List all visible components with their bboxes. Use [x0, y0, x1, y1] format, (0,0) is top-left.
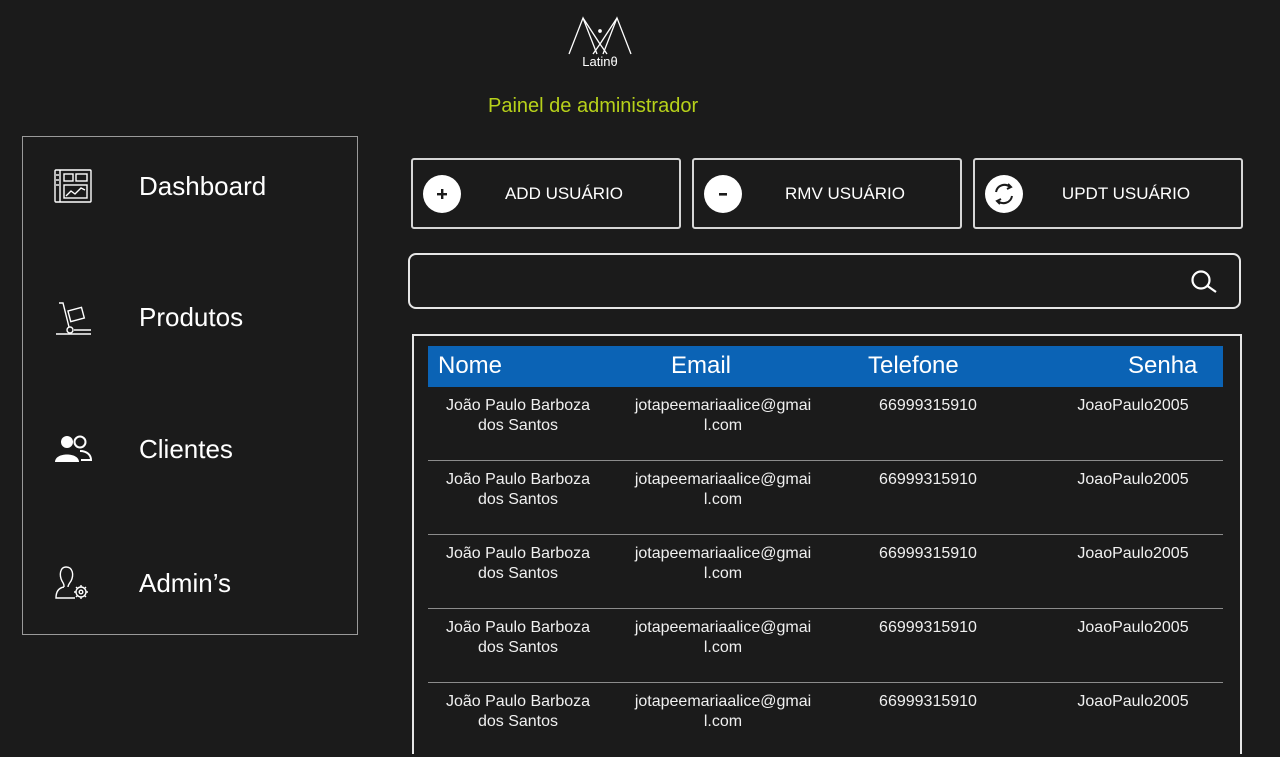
logo-mark-icon — [568, 16, 632, 55]
column-header-phone[interactable]: Telefone — [868, 352, 959, 380]
remove-user-label: RMV USUÁRIO — [785, 183, 905, 203]
cell-phone: 66999315910 — [879, 545, 977, 562]
column-header-email[interactable]: Email — [671, 352, 731, 380]
cell-email: jotapeemariaalice@gmail.com — [634, 693, 812, 730]
table-row[interactable]: João Paulo Barboza dos Santos jotapeemar… — [428, 461, 1223, 535]
cell-email: jotapeemariaalice@gmail.com — [634, 397, 812, 434]
column-header-name[interactable]: Nome — [438, 352, 502, 380]
logo-text: Latinθ — [582, 54, 618, 69]
update-user-label: UPDT USUÁRIO — [1061, 183, 1191, 203]
search-input[interactable] — [424, 265, 1164, 297]
sidebar-item-label: Dashboard — [139, 170, 267, 201]
cell-phone: 66999315910 — [879, 619, 977, 636]
cell-email: jotapeemariaalice@gmail.com — [634, 619, 812, 656]
search-bar — [408, 253, 1241, 309]
cell-email: jotapeemariaalice@gmail.com — [634, 545, 812, 582]
cell-name: João Paulo Barboza dos Santos — [445, 619, 591, 656]
sidebar-item-admins[interactable]: Admin’s — [23, 553, 357, 613]
table-header: Nome Email Telefone Senha — [428, 346, 1223, 387]
sidebar-item-clientes[interactable]: Clientes — [23, 419, 357, 479]
cell-password: JoaoPaulo2005 — [1077, 619, 1189, 636]
column-header-password[interactable]: Senha — [1128, 352, 1197, 380]
admin-gear-icon — [53, 563, 93, 603]
users-icon — [53, 429, 93, 469]
sidebar-item-label: Clientes — [139, 433, 233, 464]
users-table: Nome Email Telefone Senha João Paulo Bar… — [412, 334, 1242, 754]
add-user-button[interactable]: ADD USUÁRIO — [411, 158, 681, 229]
cell-name: João Paulo Barboza dos Santos — [445, 471, 591, 508]
search-icon[interactable] — [1189, 268, 1221, 296]
sidebar-item-label: Produtos — [139, 301, 244, 332]
table-row[interactable]: João Paulo Barboza dos Santos jotapeemar… — [428, 387, 1223, 461]
table-row[interactable]: João Paulo Barboza dos Santos jotapeemar… — [428, 535, 1223, 609]
cell-name: João Paulo Barboza dos Santos — [445, 545, 591, 582]
remove-user-button[interactable]: RMV USUÁRIO — [692, 158, 962, 229]
add-user-label: ADD USUÁRIO — [504, 183, 624, 203]
cell-name: João Paulo Barboza dos Santos — [445, 397, 591, 434]
table-row[interactable]: João Paulo Barboza dos Santos jotapeemar… — [428, 609, 1223, 683]
table-row[interactable]: João Paulo Barboza dos Santos jotapeemar… — [428, 683, 1223, 757]
sidebar-item-produtos[interactable]: Produtos — [23, 287, 357, 347]
page-title: Painel de administrador — [488, 95, 699, 117]
cell-password: JoaoPaulo2005 — [1077, 397, 1189, 414]
cell-phone: 66999315910 — [879, 397, 977, 414]
cell-password: JoaoPaulo2005 — [1077, 693, 1189, 710]
dashboard-icon — [53, 166, 93, 206]
cell-name: João Paulo Barboza dos Santos — [445, 693, 591, 730]
sidebar: Dashboard Produtos Clientes Admin’s — [22, 136, 358, 635]
cell-phone: 66999315910 — [879, 693, 977, 710]
cell-phone: 66999315910 — [879, 471, 977, 488]
cell-email: jotapeemariaalice@gmail.com — [634, 471, 812, 508]
sidebar-item-dashboard[interactable]: Dashboard — [23, 156, 357, 216]
brand-logo: Latinθ — [563, 14, 637, 74]
hand-truck-icon — [53, 297, 93, 337]
cell-password: JoaoPaulo2005 — [1077, 471, 1189, 488]
sidebar-item-label: Admin’s — [139, 567, 232, 598]
cell-password: JoaoPaulo2005 — [1077, 545, 1189, 562]
update-user-button[interactable]: UPDT USUÁRIO — [973, 158, 1243, 229]
